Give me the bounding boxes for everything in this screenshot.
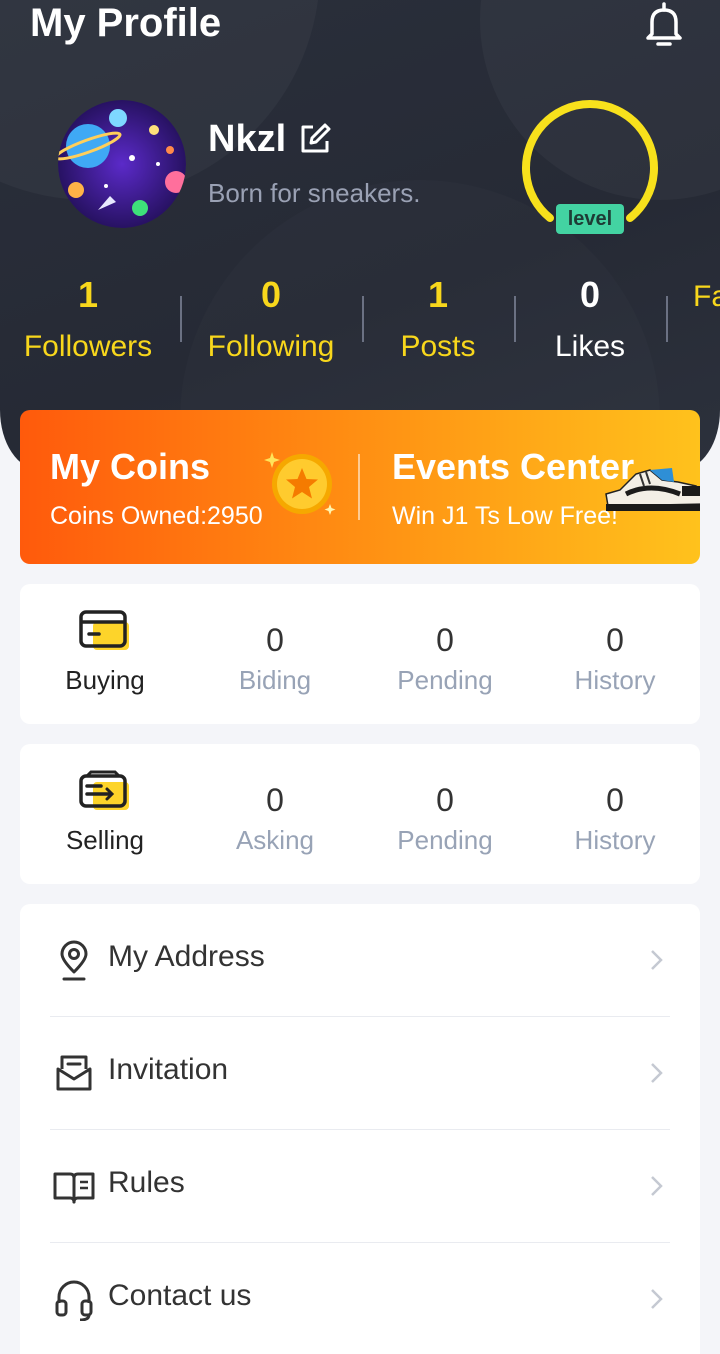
- menu-item-invitation[interactable]: Invitation: [20, 1017, 700, 1130]
- wallet-icon: [79, 770, 129, 810]
- stat-following[interactable]: 0 Following: [200, 270, 342, 374]
- edit-icon[interactable]: [298, 122, 332, 156]
- stat-value: 0: [579, 274, 601, 315]
- buying-card: 0 Buying 0 Biding 0 Pending 0 History: [20, 584, 700, 724]
- my-coins-section[interactable]: My Coins Coins Owned:2950: [20, 410, 358, 564]
- menu-item-my-address[interactable]: My Address: [20, 904, 700, 1017]
- avatar[interactable]: [58, 100, 186, 228]
- stat-label: Fa: [693, 280, 720, 313]
- menu-label: Invitation: [108, 1053, 229, 1086]
- menu-label: My Address: [108, 940, 265, 973]
- stat-divider: [180, 296, 182, 342]
- count-label: History: [574, 665, 656, 695]
- stat-value: 1: [427, 274, 449, 315]
- book-icon: [53, 1172, 95, 1204]
- stat-label: Posts: [400, 330, 476, 363]
- count-label: Pending: [397, 665, 493, 695]
- selling-asking[interactable]: 0 Asking: [200, 744, 350, 884]
- events-center-section[interactable]: Events Center Win J1 Ts Low Free!: [360, 410, 700, 564]
- menu-item-contact-us[interactable]: Contact us: [20, 1243, 700, 1354]
- chevron-right-icon: [651, 1063, 663, 1083]
- selling-label: Selling: [65, 825, 145, 855]
- bell-icon[interactable]: [640, 0, 688, 48]
- selling-summary[interactable]: 0 Selling: [20, 744, 190, 884]
- stat-label: Likes: [554, 330, 626, 363]
- buying-biding[interactable]: 0 Biding: [200, 584, 350, 724]
- settings-menu: My Address Invitation Rules Contact us: [20, 904, 700, 1354]
- stat-divider: [362, 296, 364, 342]
- stat-likes[interactable]: 0 Likes: [530, 270, 650, 374]
- count-label: History: [574, 825, 656, 855]
- count-value: 0: [606, 782, 624, 818]
- menu-label: Rules: [108, 1166, 185, 1199]
- events-center-subtitle: Win J1 Ts Low Free!: [392, 502, 619, 530]
- buying-label: Buying: [65, 665, 145, 695]
- menu-item-rules[interactable]: Rules: [20, 1130, 700, 1243]
- count-label: Pending: [397, 825, 493, 855]
- coin-icon: [264, 452, 336, 515]
- profile-stats: 1 Followers 0 Following 1 Posts 0 Likes …: [0, 270, 720, 370]
- stat-label: Following: [207, 330, 335, 363]
- count-label: Biding: [238, 665, 312, 695]
- count-value: 0: [266, 622, 284, 658]
- stat-value: 1: [77, 274, 99, 315]
- buying-summary[interactable]: 0 Buying: [20, 584, 190, 724]
- username: Nkzl: [208, 118, 287, 160]
- selling-pending[interactable]: 0 Pending: [370, 744, 520, 884]
- selling-card: 0 Selling 0 Asking 0 Pending 0 History: [20, 744, 700, 884]
- stat-favorites[interactable]: Fa: [693, 270, 720, 324]
- menu-label: Contact us: [108, 1279, 252, 1312]
- count-value: 0: [606, 622, 624, 658]
- card-payment-icon: [79, 610, 129, 650]
- headset-icon: [55, 1280, 93, 1321]
- stat-posts[interactable]: 1 Posts: [378, 270, 498, 374]
- coins-owned-text: Coins Owned:2950: [50, 502, 263, 530]
- stat-divider: [514, 296, 516, 342]
- my-coins-title: My Coins: [50, 446, 211, 487]
- selling-history[interactable]: 0 History: [540, 744, 690, 884]
- chevron-right-icon: [651, 1176, 663, 1196]
- buying-pending[interactable]: 0 Pending: [370, 584, 520, 724]
- level-badge[interactable]: level: [556, 204, 624, 234]
- buying-history[interactable]: 0 History: [540, 584, 690, 724]
- page-title: My Profile: [30, 1, 222, 45]
- events-center-title: Events Center: [392, 446, 635, 487]
- stat-divider: [666, 296, 668, 342]
- stat-followers[interactable]: 1 Followers: [18, 270, 158, 374]
- count-label: Asking: [235, 825, 315, 855]
- location-pin-icon: [60, 940, 88, 981]
- chevron-right-icon: [651, 950, 663, 970]
- stat-label: Followers: [23, 330, 153, 363]
- chevron-right-icon: [651, 1289, 663, 1309]
- count-value: 0: [436, 782, 454, 818]
- count-value: 0: [266, 782, 284, 818]
- profile-bio: Born for sneakers.: [208, 178, 421, 208]
- count-value: 0: [436, 622, 454, 658]
- sneaker-icon: [605, 468, 700, 511]
- coins-events-banner: My Coins Coins Owned:2950 Events Center …: [20, 410, 700, 564]
- invitation-icon: [56, 1055, 92, 1091]
- stat-value: 0: [260, 274, 282, 315]
